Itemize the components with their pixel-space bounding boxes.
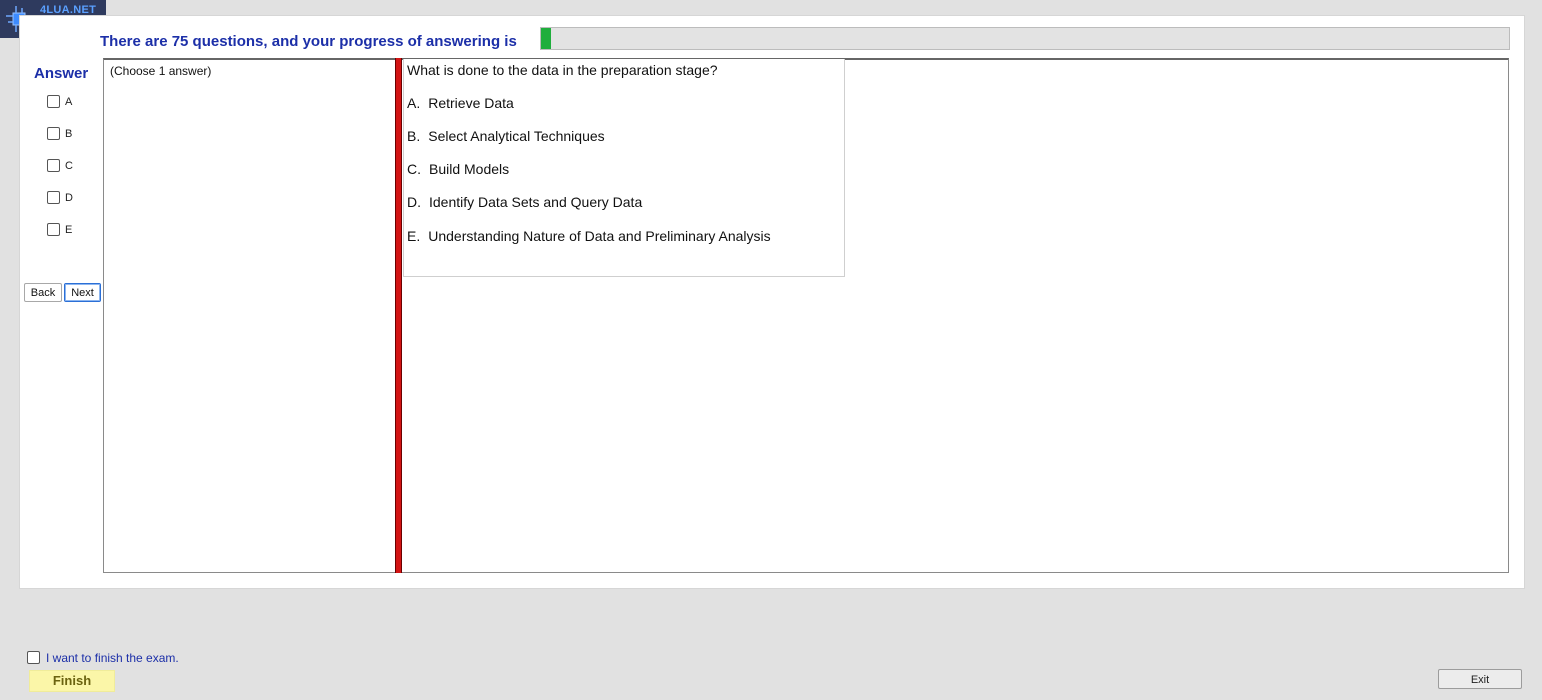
choice-text: Build Models	[429, 161, 510, 177]
answer-option-d[interactable]: D	[47, 189, 87, 205]
answer-heading: Answer	[34, 65, 89, 82]
progress-bar	[540, 27, 1510, 50]
answer-option-label: C	[65, 159, 73, 172]
checkbox-b[interactable]	[47, 127, 60, 141]
finish-button[interactable]: Finish	[29, 670, 115, 692]
answer-instruction: (Choose 1 answer)	[110, 64, 212, 78]
pane-splitter[interactable]	[395, 58, 402, 573]
progress-bar-fill	[541, 28, 551, 49]
answer-option-label: B	[65, 127, 73, 140]
finish-exam-label[interactable]: I want to finish the exam.	[46, 651, 179, 665]
choice-letter: B.	[407, 128, 421, 144]
answer-option-label: D	[65, 191, 73, 204]
choice-c: C. Build Models	[407, 161, 509, 177]
choice-e: E. Understanding Nature of Data and Preli…	[407, 228, 771, 244]
exit-button[interactable]: Exit	[1438, 669, 1522, 689]
choice-text: Identify Data Sets and Query Data	[429, 194, 643, 210]
choice-text: Select Analytical Techniques	[428, 128, 605, 144]
checkbox-e[interactable]	[47, 223, 60, 237]
choice-a: A. Retrieve Data	[407, 95, 514, 111]
progress-label: There are 75 questions, and your progres…	[100, 33, 517, 50]
finish-exam-checkbox[interactable]	[27, 651, 40, 664]
answer-option-label: E	[65, 223, 73, 236]
choice-b: B. Select Analytical Techniques	[407, 128, 605, 144]
next-button[interactable]: Next	[64, 283, 101, 302]
choice-letter: C.	[407, 161, 421, 177]
answer-option-a[interactable]: A	[47, 93, 87, 109]
answer-option-label: A	[65, 95, 73, 108]
checkbox-a[interactable]	[47, 95, 60, 109]
choice-letter: D.	[407, 194, 421, 210]
choice-letter: E.	[407, 228, 421, 244]
checkbox-c[interactable]	[47, 159, 60, 173]
choice-d: D. Identify Data Sets and Query Data	[407, 194, 642, 210]
choice-letter: A.	[407, 95, 421, 111]
answer-option-e[interactable]: E	[47, 221, 87, 237]
back-button[interactable]: Back	[24, 283, 62, 302]
checkbox-d[interactable]	[47, 191, 60, 205]
answer-option-c[interactable]: C	[47, 157, 87, 173]
choice-text: Understanding Nature of Data and Prelimi…	[428, 228, 771, 244]
question-text: What is done to the data in the preparat…	[407, 62, 718, 78]
answer-option-b[interactable]: B	[47, 125, 87, 141]
choice-text: Retrieve Data	[428, 95, 514, 111]
